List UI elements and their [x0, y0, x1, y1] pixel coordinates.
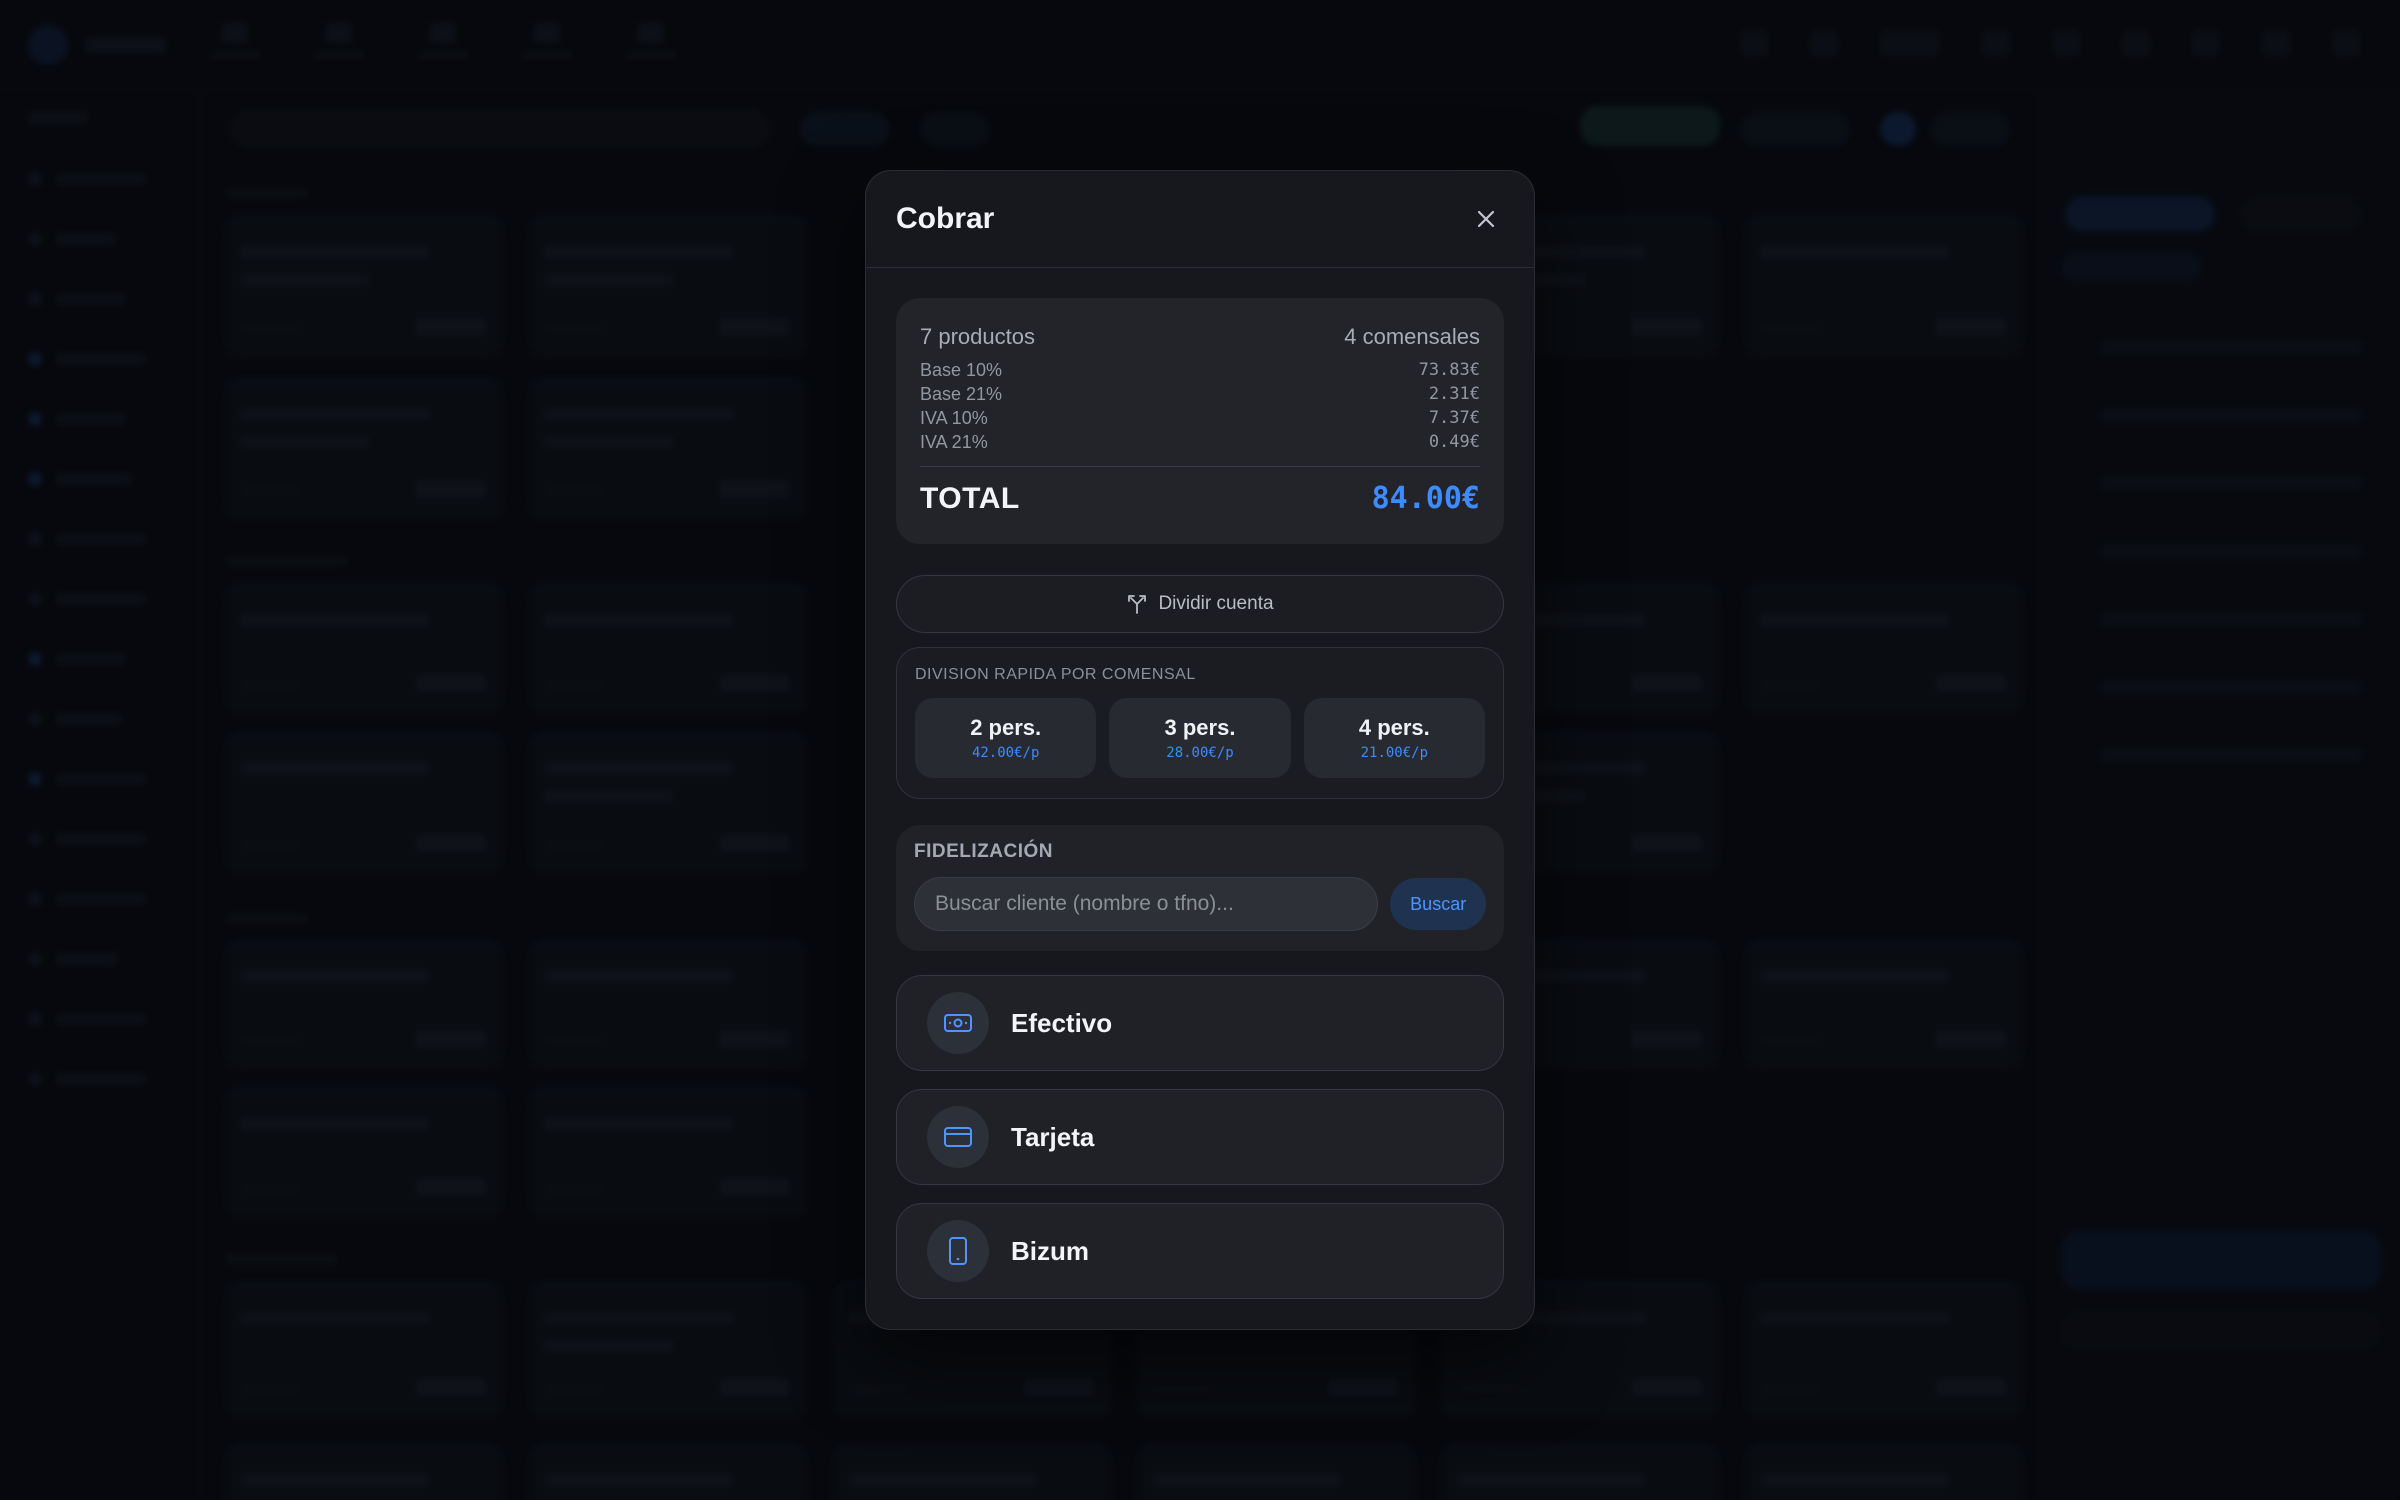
tax-label: Base 10% — [920, 359, 1003, 380]
pay-card-label: Tarjeta — [1011, 1121, 1095, 1152]
modal-body: 7 productos 4 comensales Base 10% 73.83€… — [866, 268, 1534, 1299]
summary-divider — [920, 466, 1480, 467]
split-option-amount: 21.00€/p — [1360, 745, 1429, 761]
tax-value: 73.83€ — [1418, 360, 1480, 380]
pay-cash-label: Efectivo — [1011, 1007, 1113, 1038]
close-icon — [1477, 210, 1495, 228]
modal-title: Cobrar — [896, 202, 995, 235]
quick-split-panel: DIVISION RAPIDA POR COMENSAL 2 pers. 42.… — [896, 647, 1504, 799]
split-icon — [1128, 595, 1147, 614]
tax-row: IVA 10% 7.37€ — [920, 406, 1480, 430]
quick-split-title: DIVISION RAPIDA POR COMENSAL — [915, 666, 1196, 683]
diner-count: 4 comensales — [1344, 324, 1480, 349]
total-amount: 84.00€ — [1371, 481, 1480, 516]
pay-cash-button[interactable]: Efectivo — [896, 975, 1504, 1071]
product-count: 7 productos — [920, 324, 1035, 349]
close-button[interactable] — [1468, 201, 1504, 237]
split-option-amount: 42.00€/p — [971, 745, 1040, 761]
cash-icon — [944, 1014, 972, 1032]
tax-label: IVA 21% — [920, 431, 988, 452]
split-4-people-button[interactable]: 4 pers. 21.00€/p — [1303, 698, 1485, 778]
tax-row: IVA 21% 0.49€ — [920, 430, 1480, 454]
total-row: TOTAL 84.00€ — [920, 481, 1480, 516]
split-option-amount: 28.00€/p — [1166, 745, 1234, 761]
customer-search-input[interactable] — [914, 877, 1379, 931]
mobile-phone-icon — [949, 1237, 967, 1265]
pay-card-button[interactable]: Tarjeta — [896, 1089, 1504, 1185]
split-option-label: 4 pers. — [1358, 715, 1430, 740]
pay-bizum-button[interactable]: Bizum — [896, 1203, 1504, 1299]
customer-search-button[interactable]: Buscar — [1390, 878, 1486, 930]
total-label: TOTAL — [920, 481, 1020, 515]
split-bill-button[interactable]: Dividir cuenta — [896, 575, 1504, 633]
payment-modal: Cobrar 7 productos 4 comensales Base 10%… — [865, 170, 1535, 1330]
loyalty-panel: FIDELIZACIÓN Buscar — [896, 825, 1504, 951]
bill-summary: 7 productos 4 comensales Base 10% 73.83€… — [896, 298, 1504, 544]
loyalty-title: FIDELIZACIÓN — [914, 841, 1053, 862]
tax-value: 2.31€ — [1428, 384, 1480, 404]
modal-header: Cobrar — [866, 171, 1534, 268]
tax-value: 0.49€ — [1428, 432, 1480, 452]
tax-value: 7.37€ — [1428, 408, 1480, 428]
split-bill-label: Dividir cuenta — [1158, 593, 1274, 614]
tax-label: IVA 10% — [920, 407, 988, 428]
split-option-label: 2 pers. — [970, 715, 1042, 740]
credit-card-icon — [944, 1127, 972, 1147]
split-option-label: 3 pers. — [1164, 715, 1236, 740]
tax-row: Base 10% 73.83€ — [920, 358, 1480, 382]
tax-row: Base 21% 2.31€ — [920, 382, 1480, 406]
split-2-people-button[interactable]: 2 pers. 42.00€/p — [915, 698, 1097, 778]
tax-label: Base 21% — [920, 383, 1003, 404]
split-3-people-button[interactable]: 3 pers. 28.00€/p — [1109, 698, 1291, 778]
pay-bizum-label: Bizum — [1011, 1235, 1089, 1266]
